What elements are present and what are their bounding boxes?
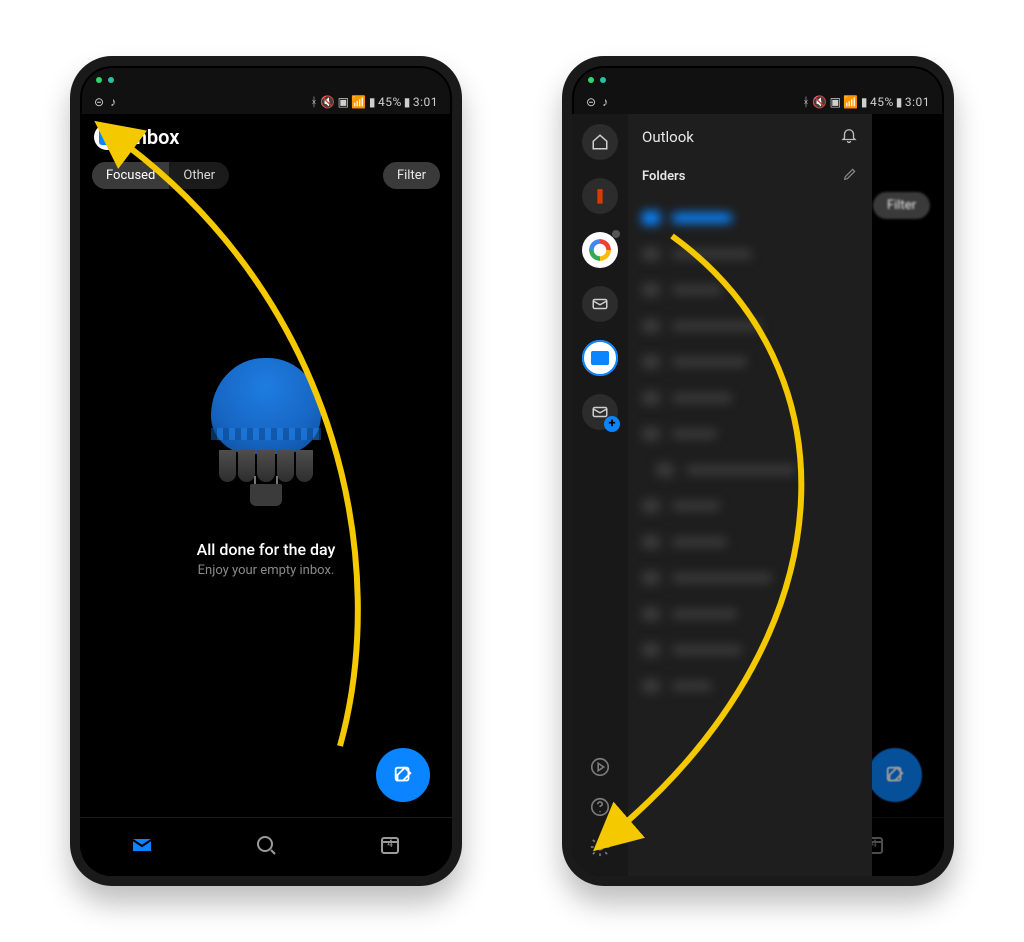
tab-other[interactable]: Other <box>169 162 229 189</box>
inbox-tab-switch: Focused Other <box>92 162 229 189</box>
calendar-day: 4 <box>378 839 402 850</box>
rail-mail-account[interactable] <box>582 286 618 322</box>
nav-calendar[interactable]: 4 <box>378 833 402 861</box>
rail-add-account[interactable]: + <box>582 394 618 430</box>
mute-icon: 🔇 <box>320 95 335 109</box>
google-icon <box>589 239 611 261</box>
rail-play[interactable] <box>589 756 611 782</box>
phone-right: ⊝ ♪ ᚼ 🔇 ▣ 📶 ▮ 45% ▮ 3:01 Filter <box>562 56 954 886</box>
clock-text: 3:01 <box>413 95 438 109</box>
clock-text: 3:01 <box>905 95 930 109</box>
notifications-button[interactable] <box>840 126 858 148</box>
rail-settings[interactable] <box>589 836 611 862</box>
gear-icon <box>589 836 611 858</box>
compose-fab[interactable] <box>376 748 430 802</box>
drawer-content: Outlook Folders <box>628 114 872 876</box>
home-icon <box>591 133 609 151</box>
account-avatar-button[interactable] <box>94 124 120 150</box>
empty-subtitle: Enjoy your empty inbox. <box>198 563 335 578</box>
bluetooth-icon: ᚼ <box>802 95 810 109</box>
folder-item-selected[interactable] <box>642 200 858 236</box>
tab-focused[interactable]: Focused <box>92 162 169 189</box>
folder-item[interactable] <box>642 524 858 560</box>
music-icon: ♪ <box>602 95 608 109</box>
battery-icon: ▮ <box>896 95 903 109</box>
filter-button[interactable]: Filter <box>383 162 440 189</box>
search-icon <box>254 833 278 857</box>
nav-drawer: ❚ + <box>572 114 872 876</box>
page-title: Inbox <box>130 125 179 149</box>
pencil-icon <box>842 166 858 182</box>
folder-item[interactable] <box>642 344 858 380</box>
signal-icon: ▮ <box>369 95 376 109</box>
play-circle-icon <box>589 756 611 778</box>
wifi-icon: 📶 <box>843 95 858 109</box>
battery-icon: ▮ <box>404 95 411 109</box>
folder-item[interactable] <box>642 308 858 344</box>
rail-office[interactable]: ❚ <box>582 178 618 214</box>
compose-icon <box>392 764 414 786</box>
folder-item[interactable] <box>642 236 858 272</box>
drawer-title: Outlook <box>642 128 694 146</box>
music-icon: ♪ <box>110 95 116 109</box>
battery-text: 45% <box>870 95 894 109</box>
status-bar: ⊝ ♪ ᚼ 🔇 ▣ 📶 ▮ 45% ▮ 3:01 <box>80 90 452 114</box>
phone-camera-bar <box>572 66 944 90</box>
bottom-nav: 4 <box>80 817 452 876</box>
account-rail: ❚ + <box>572 114 628 876</box>
rail-help[interactable] <box>589 796 611 822</box>
folder-list <box>642 200 858 704</box>
folder-item[interactable] <box>642 596 858 632</box>
nav-mail[interactable] <box>130 833 154 861</box>
mute-icon: 🔇 <box>812 95 827 109</box>
compose-icon <box>884 764 906 786</box>
dnd-icon: ⊝ <box>586 95 596 109</box>
dnd-icon: ⊝ <box>94 95 104 109</box>
outlook-icon <box>591 351 609 365</box>
rail-google-account[interactable] <box>582 232 618 268</box>
nav-search[interactable] <box>254 833 278 861</box>
data-icon: ▣ <box>830 95 842 109</box>
empty-title: All done for the day <box>197 540 336 559</box>
data-icon: ▣ <box>338 95 350 109</box>
rail-outlook-account-selected[interactable] <box>582 340 618 376</box>
edit-folders-button[interactable] <box>842 166 858 186</box>
battery-text: 45% <box>378 95 402 109</box>
folder-item[interactable] <box>642 416 858 452</box>
mail-icon <box>591 295 609 313</box>
folder-item[interactable] <box>642 452 858 488</box>
help-icon <box>589 796 611 818</box>
folder-item[interactable] <box>642 272 858 308</box>
phone-left: ⊝ ♪ ᚼ 🔇 ▣ 📶 ▮ 45% ▮ 3:01 Inbox <box>70 56 462 886</box>
folder-item[interactable] <box>642 668 858 704</box>
bell-icon <box>840 126 858 144</box>
folders-label: Folders <box>642 169 685 184</box>
phone-camera-bar <box>80 66 452 90</box>
status-bar: ⊝ ♪ ᚼ 🔇 ▣ 📶 ▮ 45% ▮ 3:01 <box>572 90 944 114</box>
folder-item[interactable] <box>642 488 858 524</box>
office-icon: ❚ <box>594 188 606 204</box>
bluetooth-icon: ᚼ <box>310 95 318 109</box>
balloon-illustration <box>206 358 326 518</box>
empty-state: All done for the day Enjoy your empty in… <box>80 358 452 578</box>
folder-item[interactable] <box>642 560 858 596</box>
mail-icon <box>130 833 154 857</box>
wifi-icon: 📶 <box>351 95 366 109</box>
rail-home[interactable] <box>582 124 618 160</box>
compose-fab-bg <box>868 748 922 802</box>
filter-button-bg: Filter <box>873 192 930 219</box>
plus-icon: + <box>604 416 620 432</box>
folder-item[interactable] <box>642 380 858 416</box>
folder-item[interactable] <box>642 632 858 668</box>
signal-icon: ▮ <box>861 95 868 109</box>
